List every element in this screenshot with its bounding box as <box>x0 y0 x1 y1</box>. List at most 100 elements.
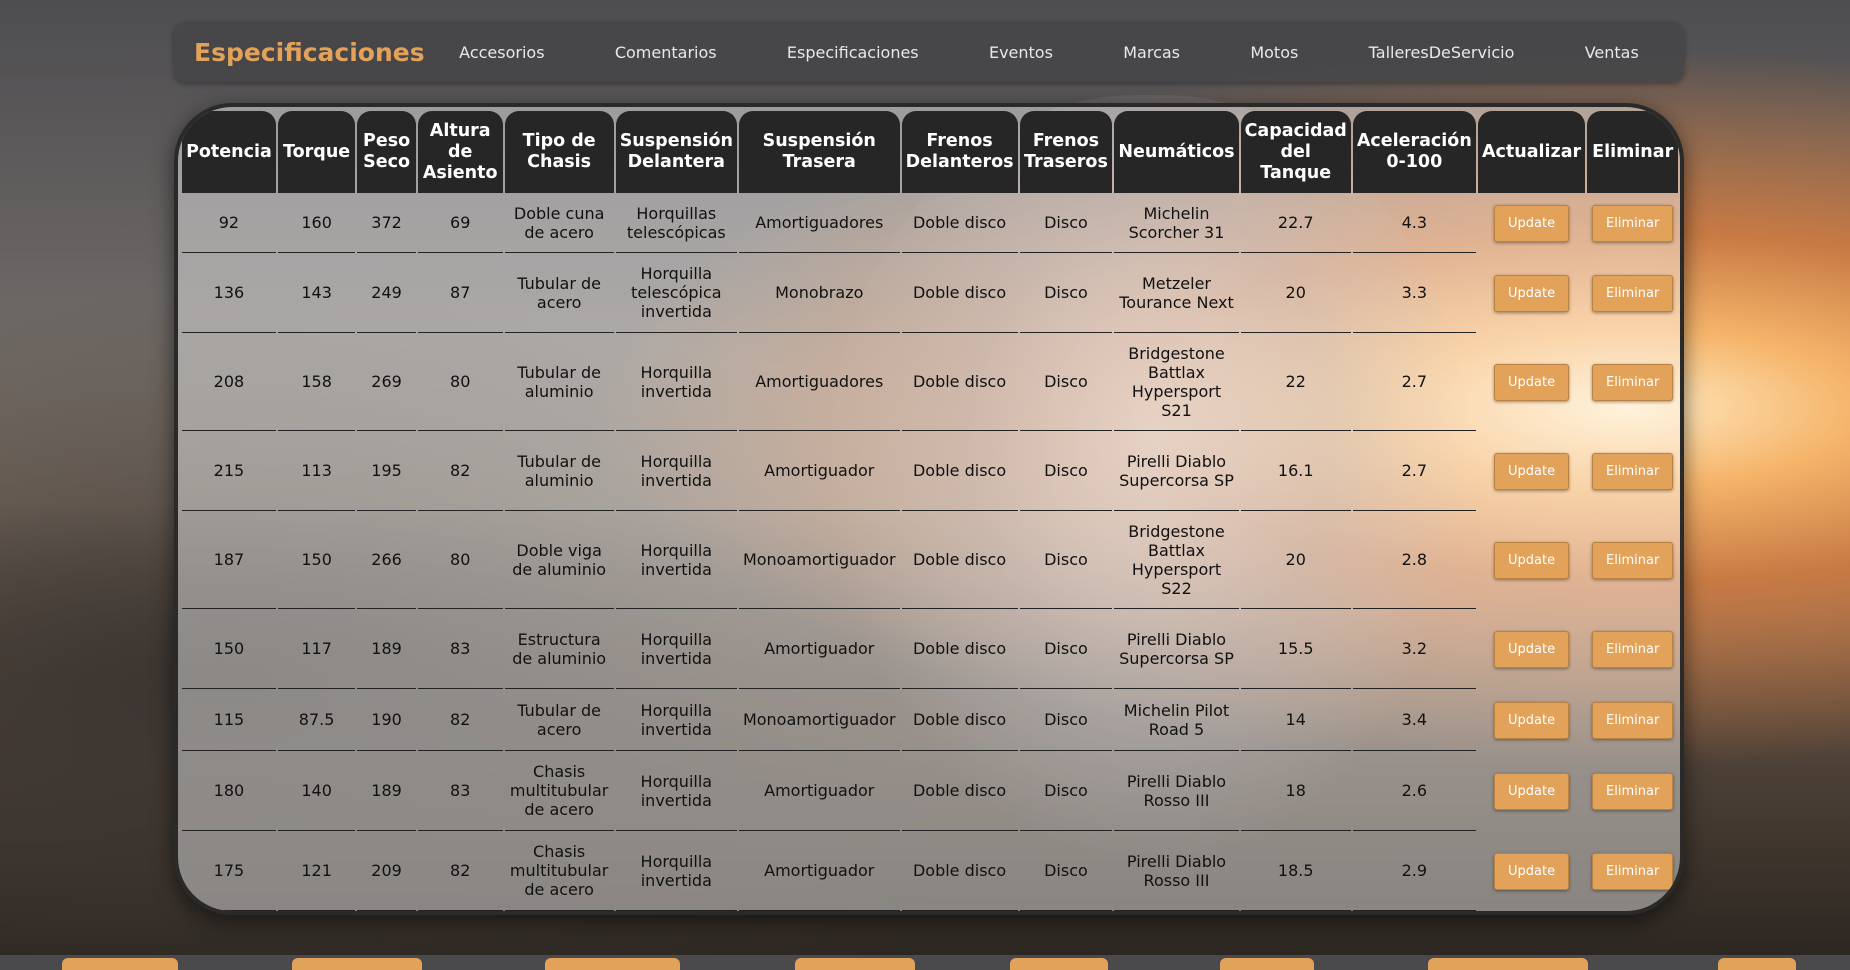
delete-button[interactable]: Eliminar <box>1592 204 1674 242</box>
table-cell: 82 <box>417 831 503 911</box>
nav-link-ventas[interactable]: Ventas <box>1585 43 1639 62</box>
delete-button[interactable]: Eliminar <box>1592 274 1674 312</box>
table-cell: Bridgestone Battlax Hypersport S21 <box>1114 333 1239 431</box>
delete-button[interactable]: Eliminar <box>1592 701 1674 739</box>
table-cell: Doble cuna de acero <box>504 193 614 253</box>
table-cell: Disco <box>1019 689 1113 751</box>
table-row: 175 121 209 82 Chasis multitubular de acero H… <box>182 831 1678 911</box>
table-cell: Disco <box>1019 333 1113 431</box>
table-cell: Disco <box>1019 751 1113 831</box>
table-cell: 195 <box>357 431 416 511</box>
table-cell: Michelin Pilot Road 5 <box>1114 689 1239 751</box>
specs-table-card: Potencia Torque Peso Seco Altura de Asiento… <box>174 103 1684 915</box>
update-button[interactable]: Update <box>1494 772 1570 810</box>
table-cell: Estructura de aluminio <box>504 609 614 689</box>
table-cell: Doble disco <box>901 511 1018 609</box>
table-cell: 209 <box>357 831 416 911</box>
delete-button[interactable]: Eliminar <box>1592 772 1674 810</box>
update-button[interactable]: Update <box>1494 852 1570 890</box>
table-cell: 80 <box>417 333 503 431</box>
table-cell: Pirelli Diablo Supercorsa SP <box>1114 431 1239 511</box>
update-button[interactable]: Update <box>1494 452 1570 490</box>
table-cell: 136 <box>182 253 276 333</box>
update-button[interactable]: Update <box>1494 274 1570 312</box>
column-header: Altura de Asiento <box>417 111 503 193</box>
bottom-tab <box>1428 958 1588 970</box>
table-cell: 3.3 <box>1352 253 1476 333</box>
specs-table: Potencia Torque Peso Seco Altura de Asiento… <box>180 111 1680 911</box>
table-cell: 150 <box>182 609 276 689</box>
table-cell: Tubular de aluminio <box>504 431 614 511</box>
table-cell: 3.4 <box>1352 689 1476 751</box>
table-cell: Horquillas telescópicas <box>615 193 737 253</box>
delete-button[interactable]: Eliminar <box>1592 630 1674 668</box>
nav-link-comentarios[interactable]: Comentarios <box>615 43 717 62</box>
nav-link-talleres[interactable]: TalleresDeServicio <box>1369 43 1515 62</box>
table-cell: 20 <box>1240 511 1351 609</box>
bottom-tab <box>1718 958 1796 970</box>
nav-link-marcas[interactable]: Marcas <box>1123 43 1180 62</box>
table-cell: Amortiguador <box>738 431 900 511</box>
table-body: 92 160 372 69 Doble cuna de acero Horquillas … <box>182 193 1678 911</box>
column-header: Tipo de Chasis <box>504 111 614 193</box>
table-row: 187 150 266 80 Doble viga de aluminio Horquil… <box>182 511 1678 609</box>
table-cell: Disco <box>1019 511 1113 609</box>
table-cell: Doble disco <box>901 193 1018 253</box>
page-title: Especificaciones <box>194 37 425 67</box>
delete-button[interactable]: Eliminar <box>1592 541 1674 579</box>
table-cell: 266 <box>357 511 416 609</box>
nav-link-especificaciones[interactable]: Especificaciones <box>787 43 919 62</box>
update-button[interactable]: Update <box>1494 363 1570 401</box>
delete-button[interactable]: Eliminar <box>1592 452 1674 490</box>
table-cell: 69 <box>417 193 503 253</box>
column-header: Aceleración 0-100 <box>1352 111 1476 193</box>
table-cell: Horquilla telescópica invertida <box>615 253 737 333</box>
table-cell: Horquilla invertida <box>615 511 737 609</box>
update-button[interactable]: Update <box>1494 701 1570 739</box>
delete-button[interactable]: Eliminar <box>1592 852 1674 890</box>
table-cell: Michelin Scorcher 31 <box>1114 193 1239 253</box>
table-row: 92 160 372 69 Doble cuna de acero Horquillas … <box>182 193 1678 253</box>
table-cell: 80 <box>417 511 503 609</box>
table-cell: 160 <box>277 193 356 253</box>
nav-link-motos[interactable]: Motos <box>1250 43 1298 62</box>
table-cell: 22 <box>1240 333 1351 431</box>
table-cell: 215 <box>182 431 276 511</box>
update-cell: Update <box>1478 751 1586 831</box>
column-header: Potencia <box>182 111 276 193</box>
table-cell: 15.5 <box>1240 609 1351 689</box>
column-header: Eliminar <box>1587 111 1678 193</box>
table-cell: 20 <box>1240 253 1351 333</box>
table-cell: 2.9 <box>1352 831 1476 911</box>
update-button[interactable]: Update <box>1494 204 1570 242</box>
table-row: 115 87.5 190 82 Tubular de acero Horquilla in… <box>182 689 1678 751</box>
table-cell: Monobrazo <box>738 253 900 333</box>
table-cell: Amortiguadores <box>738 193 900 253</box>
table-cell: Doble disco <box>901 431 1018 511</box>
nav-link-eventos[interactable]: Eventos <box>989 43 1053 62</box>
table-row: 215 113 195 82 Tubular de aluminio Horquilla … <box>182 431 1678 511</box>
table-cell: Horquilla invertida <box>615 609 737 689</box>
column-header: Actualizar <box>1477 111 1586 193</box>
bottom-tab <box>545 958 680 970</box>
table-cell: Amortiguador <box>738 609 900 689</box>
table-cell: 18 <box>1240 751 1351 831</box>
table-cell: Amortiguadores <box>738 333 900 431</box>
delete-button[interactable]: Eliminar <box>1592 363 1674 401</box>
table-cell: Tubular de acero <box>504 689 614 751</box>
table-cell: 83 <box>417 751 503 831</box>
table-cell: 117 <box>277 609 356 689</box>
nav-link-accesorios[interactable]: Accesorios <box>459 43 544 62</box>
delete-cell: Eliminar <box>1587 609 1678 689</box>
table-cell: 87.5 <box>277 689 356 751</box>
table-cell: Pirelli Diablo Rosso III <box>1114 831 1239 911</box>
table-cell: Amortiguador <box>738 831 900 911</box>
column-header: Frenos Traseros <box>1019 111 1113 193</box>
delete-cell: Eliminar <box>1587 831 1678 911</box>
update-button[interactable]: Update <box>1494 630 1570 668</box>
table-cell: Bridgestone Battlax Hypersport S22 <box>1114 511 1239 609</box>
update-cell: Update <box>1478 193 1586 253</box>
top-navbar: Especificaciones Accesorios Comentarios … <box>174 22 1684 82</box>
update-button[interactable]: Update <box>1494 541 1570 579</box>
table-cell: 2.8 <box>1352 511 1476 609</box>
